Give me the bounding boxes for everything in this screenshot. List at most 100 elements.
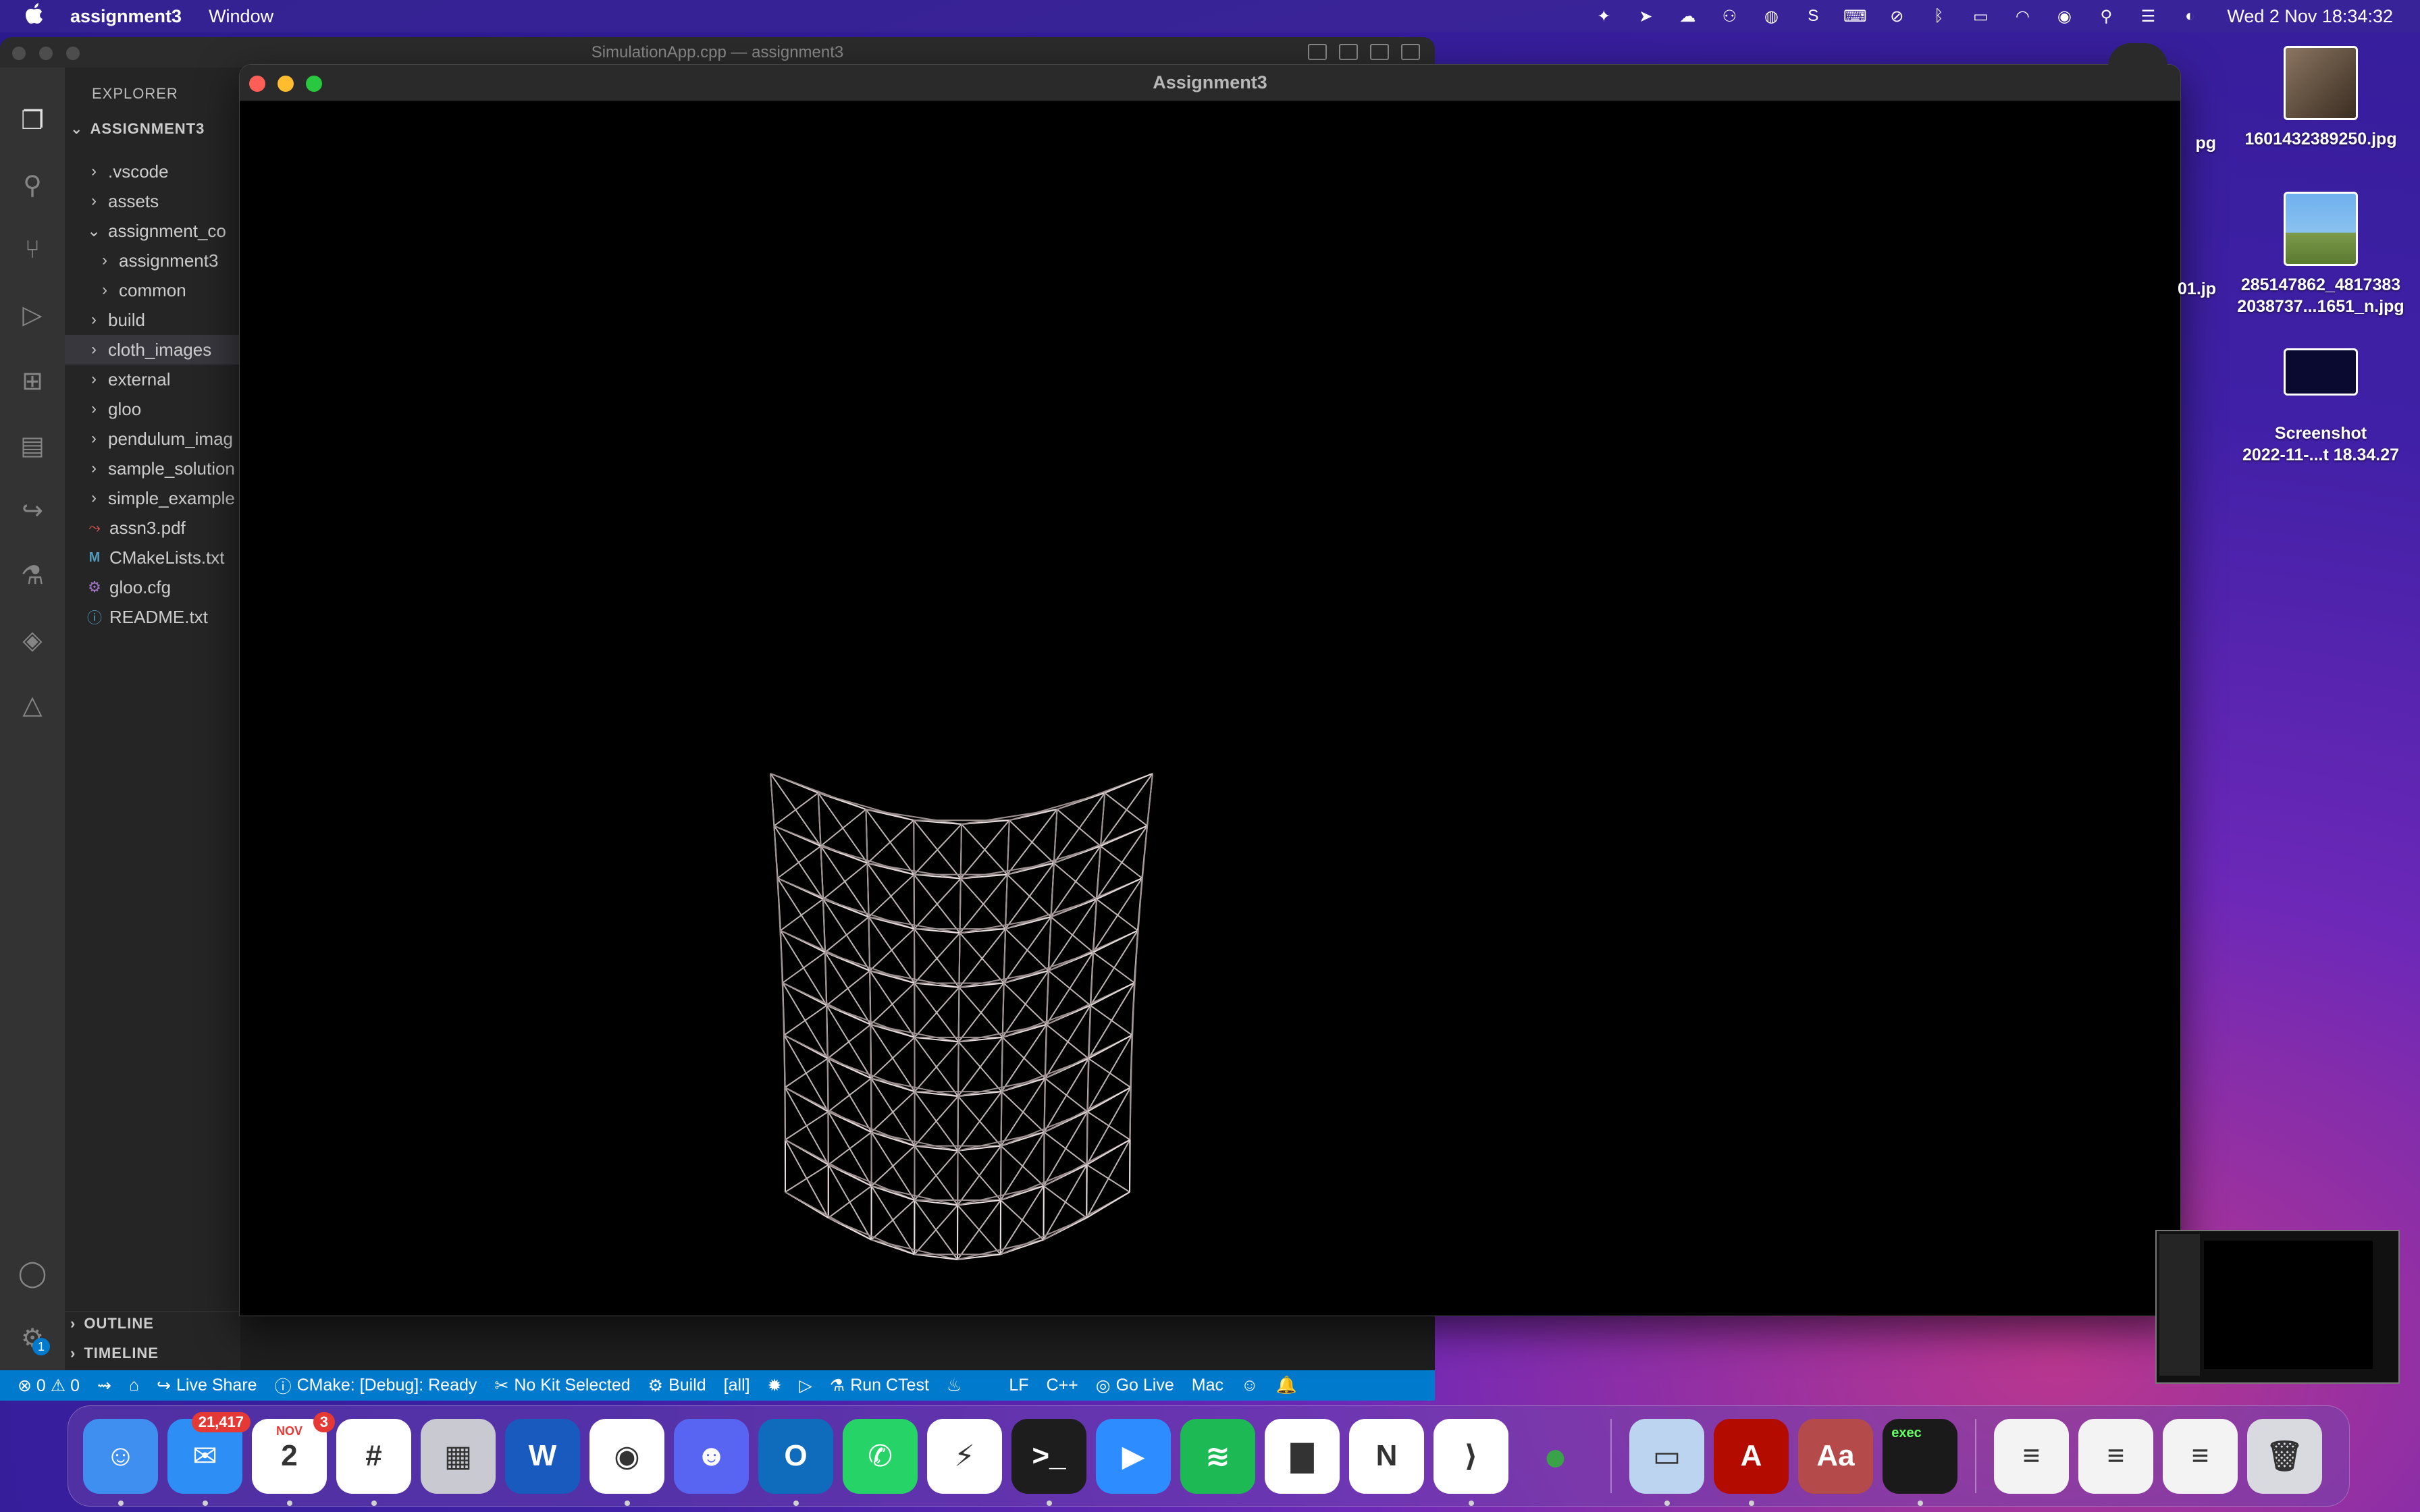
colored-balls-icon[interactable]: ● bbox=[1518, 1419, 1593, 1494]
chrome-icon[interactable]: ◉ bbox=[589, 1418, 664, 1506]
apple-menu-icon[interactable] bbox=[24, 3, 45, 30]
numbers-icon[interactable]: ▇ bbox=[1265, 1418, 1340, 1494]
vpn-icon[interactable]: ⚇ bbox=[1718, 6, 1741, 26]
source-control-icon[interactable]: ⑂ bbox=[16, 234, 49, 266]
close-button[interactable] bbox=[249, 76, 265, 92]
workspace-root-header[interactable]: ⌄ ASSIGNMENT3 bbox=[70, 120, 205, 138]
menu-clock[interactable]: Wed 2 Nov 18:34:32 bbox=[2227, 6, 2393, 27]
tree-item[interactable]: › .vscode bbox=[65, 157, 240, 186]
debug-bug-icon[interactable]: ✹ bbox=[768, 1376, 782, 1396]
eol-indicator[interactable]: LF bbox=[1009, 1376, 1028, 1395]
cursor-app-icon[interactable]: ➤ bbox=[1634, 6, 1657, 26]
vscode-icon[interactable]: ⟩ bbox=[1433, 1418, 1508, 1506]
run-debug-icon[interactable]: ▷ bbox=[16, 298, 49, 331]
search-icon[interactable]: ⚲ bbox=[16, 169, 49, 201]
terminal-icon[interactable]: >_ bbox=[1011, 1418, 1086, 1506]
live-share-icon[interactable]: ↪ bbox=[16, 494, 49, 526]
tree-item[interactable]: › build bbox=[65, 305, 240, 335]
cloth-simulation-viewport[interactable] bbox=[240, 102, 2180, 1316]
spotify-icon[interactable]: ≋ bbox=[1180, 1418, 1255, 1494]
tree-item[interactable]: › cloth_images bbox=[65, 335, 240, 364]
screenshot-preview-thumbnail[interactable] bbox=[2155, 1230, 2400, 1384]
tree-item[interactable]: › assignment3 bbox=[65, 246, 240, 275]
toggle-sidebar-icon[interactable] bbox=[1308, 44, 1327, 60]
exec-icon[interactable]: exec bbox=[1883, 1418, 1957, 1506]
control-center-icon[interactable]: ☰ bbox=[2136, 6, 2159, 26]
document-stack-icon[interactable]: ≡ bbox=[1994, 1418, 2069, 1494]
notion-icon[interactable]: N bbox=[1349, 1418, 1424, 1494]
notifications-bell-icon[interactable]: 🔔 bbox=[1276, 1376, 1297, 1395]
extensions-icon[interactable]: ⊞ bbox=[16, 364, 49, 397]
timeline-header[interactable]: › TIMELINE bbox=[70, 1345, 159, 1362]
toggle-secondary-sidebar-icon[interactable] bbox=[1370, 44, 1389, 60]
problems-indicator[interactable]: ⊗ 0 ⚠ 0 bbox=[18, 1376, 80, 1396]
globe-icon[interactable]: ◍ bbox=[1760, 6, 1783, 26]
bluetooth-icon[interactable]: ᛒ bbox=[1927, 6, 1950, 26]
tree-item[interactable]: › gloo bbox=[65, 394, 240, 424]
platform-indicator[interactable]: Mac bbox=[1192, 1376, 1224, 1395]
explorer-icon[interactable]: ❐ bbox=[16, 104, 49, 136]
cmake-icon[interactable]: △ bbox=[16, 688, 49, 721]
close-button[interactable] bbox=[12, 47, 26, 60]
tree-item[interactable]: › simple_example bbox=[65, 483, 240, 513]
desktop-file-photo2[interactable]: 285147862_4817383 2038737...1651_n.jpg bbox=[2233, 192, 2409, 317]
cmake-status[interactable]: ⓘ CMake: [Debug]: Ready bbox=[275, 1374, 477, 1398]
tree-item[interactable]: M CMakeLists.txt bbox=[65, 543, 240, 572]
outline-header[interactable]: › OUTLINE bbox=[70, 1315, 154, 1332]
tree-item[interactable]: ⌄ assignment_co bbox=[65, 216, 240, 246]
tree-item[interactable]: › assets bbox=[65, 186, 240, 216]
calendar-icon[interactable]: 2 NOV 3 bbox=[252, 1411, 335, 1506]
accounts-icon[interactable]: ◯ bbox=[16, 1257, 49, 1289]
messenger-icon[interactable]: ⚡ bbox=[927, 1418, 1002, 1494]
cloud-icon[interactable]: ☁ bbox=[1676, 6, 1699, 26]
word-icon[interactable]: W bbox=[505, 1418, 580, 1494]
user-icon[interactable]: ◉ bbox=[2053, 6, 2076, 26]
search-icon[interactable]: ⚲ bbox=[2095, 6, 2118, 26]
mute-icon[interactable]: ⊘ bbox=[1885, 6, 1908, 26]
build-button[interactable]: ⚙ Build bbox=[648, 1376, 706, 1396]
window-menu[interactable]: Window bbox=[209, 6, 273, 27]
python-icon[interactable]: ◈ bbox=[16, 624, 49, 656]
launchpad-icon[interactable]: ▦ bbox=[421, 1418, 496, 1494]
remote-icon[interactable]: ⇝ bbox=[97, 1376, 111, 1396]
zoom-button[interactable] bbox=[66, 47, 80, 60]
zoom-button[interactable] bbox=[306, 76, 322, 92]
zoom-icon[interactable]: ▶ bbox=[1096, 1418, 1171, 1494]
run-ctest-button[interactable]: ⚗ Run CTest bbox=[830, 1376, 929, 1396]
app-name-menu[interactable]: assignment3 bbox=[70, 6, 182, 27]
testing-icon[interactable]: ⚗ bbox=[16, 559, 49, 591]
tree-item[interactable]: › pendulum_imag bbox=[65, 424, 240, 454]
discord-icon[interactable]: ☻ bbox=[674, 1418, 749, 1494]
chrome-document-icon[interactable]: ≡ bbox=[2163, 1418, 2238, 1494]
acrobat-icon[interactable]: A bbox=[1714, 1418, 1789, 1506]
tree-item[interactable]: ⚙ gloo.cfg bbox=[65, 572, 240, 602]
dropbox-icon[interactable]: ✦ bbox=[1592, 6, 1615, 26]
whatsapp-icon[interactable]: ✆ bbox=[843, 1418, 918, 1494]
live-share-status[interactable]: ↪ Live Share bbox=[157, 1376, 257, 1396]
dictionary-icon[interactable]: Aa bbox=[1798, 1418, 1873, 1494]
mail-icon[interactable]: ✉ 21,417 bbox=[167, 1411, 251, 1506]
language-mode[interactable]: C++ bbox=[1047, 1376, 1078, 1395]
trash-icon[interactable]: 🗑 bbox=[2247, 1418, 2322, 1494]
pdf-document-icon[interactable]: ≡ bbox=[2078, 1418, 2153, 1494]
desktop-file-photo1[interactable]: 1601432389250.jpg bbox=[2233, 46, 2409, 150]
go-live-button[interactable]: ◎ Go Live bbox=[1096, 1376, 1174, 1396]
siri-icon[interactable]: ◐ bbox=[2178, 6, 2201, 26]
customize-layout-icon[interactable] bbox=[1401, 44, 1420, 60]
keyboard-icon[interactable]: ⌨ bbox=[1843, 6, 1867, 26]
launch-play-icon[interactable]: ▷ bbox=[799, 1376, 812, 1396]
remote-explorer-icon[interactable]: ▤ bbox=[16, 429, 49, 462]
outlook-icon[interactable]: O bbox=[758, 1418, 833, 1506]
toggle-panel-icon[interactable] bbox=[1339, 44, 1358, 60]
tree-item[interactable]: ⤳ assn3.pdf bbox=[65, 513, 240, 543]
wifi-icon[interactable]: ◠ bbox=[2011, 6, 2034, 26]
tree-item[interactable]: › sample_solution bbox=[65, 454, 240, 483]
kit-selector[interactable]: ✂ No Kit Selected bbox=[494, 1376, 630, 1396]
flame-icon[interactable]: ♨ bbox=[947, 1376, 962, 1396]
s-app-icon[interactable]: S bbox=[1801, 6, 1824, 26]
battery-icon[interactable]: ▭ bbox=[1969, 6, 1992, 26]
preview-icon[interactable]: ▭ bbox=[1629, 1418, 1704, 1506]
feedback-icon[interactable]: ☺ bbox=[1241, 1376, 1259, 1395]
tree-item[interactable]: › common bbox=[65, 275, 240, 305]
desktop-partial-label[interactable]: 01.jp bbox=[2115, 278, 2216, 300]
